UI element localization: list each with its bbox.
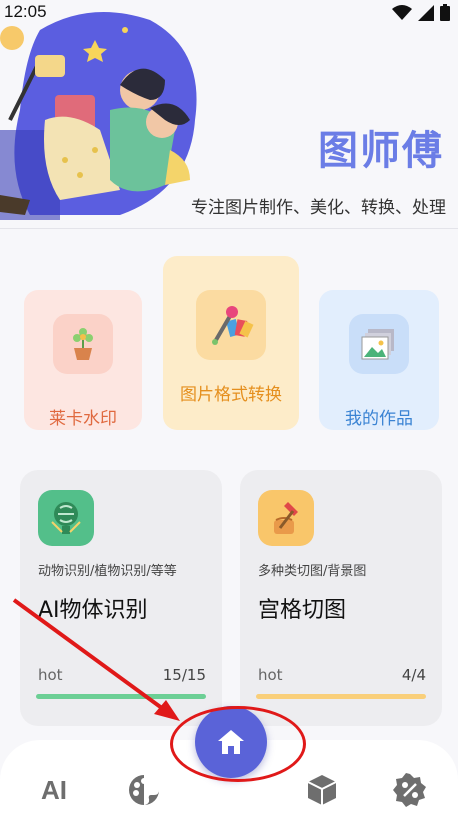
cube-icon [307,775,337,805]
app-subtitle: 专注图片制作、美化、转换、处理 [191,198,446,218]
tool-progress-bar [256,694,426,699]
brain-icon [38,490,94,546]
gallery-icon [349,314,409,374]
tool-description: 动物识别/植物识别/等等 [38,564,177,579]
percent-icon [393,773,426,807]
palette-icon [129,775,159,805]
tool-description: 多种类切图/背景图 [258,564,367,579]
battery-icon [440,4,450,21]
app-title: 图师傅 [318,128,444,174]
nav-ai[interactable]: AI [34,770,74,810]
feature-watermark-card[interactable]: 莱卡水印 [24,290,142,430]
status-icons [392,4,450,21]
tool-hot-label: hot [258,666,283,684]
nav-box[interactable] [302,770,342,810]
home-icon [218,730,244,754]
wifi-icon [392,4,412,20]
tool-hot-label: hot [38,666,63,684]
axe-icon [258,490,314,546]
feature-works-card[interactable]: 我的作品 [319,290,439,430]
tool-card-ai-recognition[interactable]: 动物识别/植物识别/等等 AI物体识别 hot 15/15 [20,470,222,726]
tool-name: AI物体识别 [38,598,148,623]
feature-format-card[interactable]: 图片格式转换 [163,256,299,430]
feature-label: 图片格式转换 [180,385,282,405]
tool-count: 4/4 [401,666,426,684]
header-illustration [0,12,197,220]
feature-label: 莱卡水印 [49,409,117,429]
status-time: 12:05 [4,2,47,21]
flower-pot-icon [53,314,113,374]
color-swatch-icon [196,290,266,360]
header-divider [0,228,458,229]
signal-icon [418,4,434,21]
tool-name: 宫格切图 [258,598,347,623]
nav-percent[interactable] [390,770,430,810]
feature-label: 我的作品 [345,409,413,429]
tool-count: 15/15 [162,666,206,684]
nav-palette[interactable] [124,770,164,810]
home-button[interactable] [195,706,267,778]
tool-progress-bar [36,694,206,699]
status-bar: 12:05 [0,0,458,26]
header: 图师傅 专注图片制作、美化、转换、处理 [0,0,458,230]
tool-card-grid-cut[interactable]: 多种类切图/背景图 宫格切图 hot 4/4 [240,470,442,726]
